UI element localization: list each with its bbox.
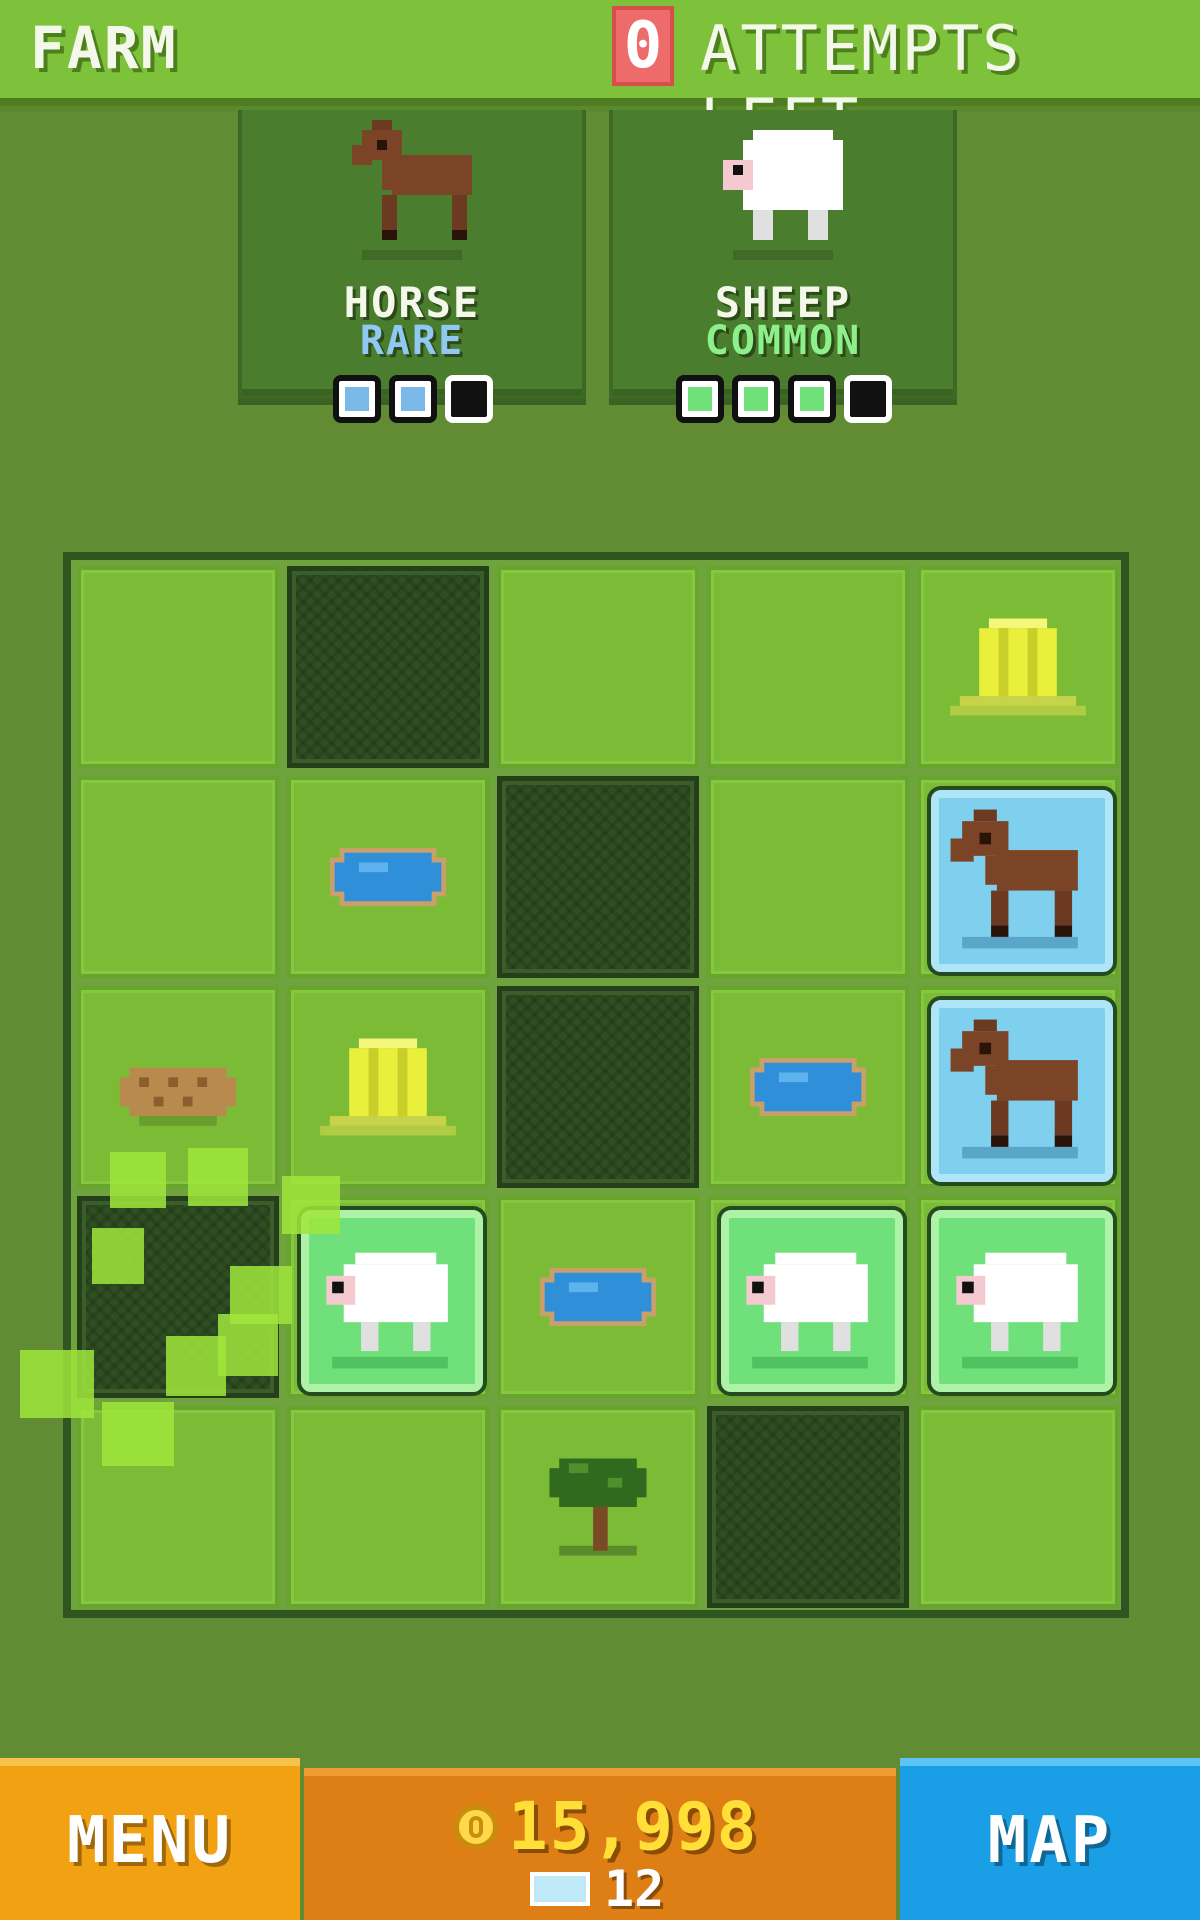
grass-cell[interactable] bbox=[77, 566, 279, 768]
hay-bale-icon bbox=[320, 1038, 456, 1136]
animal-tile-frame bbox=[931, 1000, 1113, 1182]
sheep-icon bbox=[326, 1252, 448, 1369]
progress-box-empty bbox=[445, 375, 493, 423]
pond-icon bbox=[539, 1267, 657, 1327]
horse-icon bbox=[950, 809, 1078, 949]
coins-row: 15,998 bbox=[454, 1788, 758, 1865]
progress-box-filled bbox=[389, 375, 437, 423]
sheep-progress bbox=[676, 375, 892, 423]
top-bar: FARM 0 ATTEMPTS LEFT bbox=[0, 0, 1200, 158]
progress-box-filled bbox=[788, 375, 836, 423]
horse-icon bbox=[352, 120, 472, 260]
sheep-tile[interactable] bbox=[917, 1196, 1119, 1398]
coin-icon bbox=[454, 1804, 498, 1849]
grass-cell[interactable] bbox=[497, 566, 699, 768]
map-button[interactable]: MAP bbox=[900, 1758, 1200, 1920]
dark-cell[interactable] bbox=[287, 566, 489, 768]
horse-tile[interactable] bbox=[917, 986, 1119, 1188]
sheep-icon bbox=[746, 1252, 868, 1369]
dark-cell[interactable] bbox=[497, 776, 699, 978]
gems-row: 12 bbox=[530, 1860, 664, 1918]
grass-cell[interactable] bbox=[707, 566, 909, 768]
hay-bale-icon bbox=[950, 618, 1086, 716]
sparkle-effect bbox=[166, 1336, 226, 1396]
animal-tile-frame bbox=[721, 1210, 903, 1392]
menu-button[interactable]: MENU bbox=[0, 1758, 300, 1920]
currency-panel: 15,998 12 bbox=[304, 1768, 896, 1920]
grass-cell[interactable] bbox=[77, 776, 279, 978]
grass-cell[interactable] bbox=[497, 1406, 699, 1608]
attempts-count-badge: 0 bbox=[612, 6, 674, 86]
menu-button-label: MENU bbox=[66, 1804, 234, 1878]
sparkle-effect bbox=[218, 1314, 278, 1376]
sparkle-effect bbox=[110, 1152, 166, 1208]
gem-icon bbox=[530, 1872, 590, 1906]
progress-box-empty bbox=[844, 375, 892, 423]
grass-cell[interactable] bbox=[287, 986, 489, 1188]
horse-tile[interactable] bbox=[917, 776, 1119, 978]
grass-cell[interactable] bbox=[287, 1406, 489, 1608]
goal-card-horse: HORSE RARE bbox=[238, 110, 586, 399]
progress-box-filled bbox=[676, 375, 724, 423]
grass-cell[interactable] bbox=[917, 566, 1119, 768]
gems-value: 12 bbox=[604, 1860, 665, 1918]
animal-tile-frame bbox=[301, 1210, 483, 1392]
sparkle-effect bbox=[188, 1148, 248, 1206]
level-title: FARM bbox=[30, 14, 178, 82]
goal-rarity-label: RARE bbox=[359, 318, 465, 364]
grass-cell[interactable] bbox=[287, 776, 489, 978]
progress-box-filled bbox=[732, 375, 780, 423]
sheep-icon bbox=[956, 1252, 1078, 1369]
sparkle-effect bbox=[20, 1350, 94, 1418]
dark-cell[interactable] bbox=[707, 1406, 909, 1608]
tree-icon bbox=[549, 1458, 647, 1556]
grass-cell[interactable] bbox=[707, 986, 909, 1188]
goal-card-sheep: SHEEP COMMON bbox=[609, 110, 957, 399]
goal-rarity-label: COMMON bbox=[704, 318, 862, 364]
grass-cell[interactable] bbox=[707, 776, 909, 978]
grass-cell[interactable] bbox=[917, 1406, 1119, 1608]
grass-cell[interactable] bbox=[497, 1196, 699, 1398]
sheep-tile[interactable] bbox=[707, 1196, 909, 1398]
map-button-label: MAP bbox=[987, 1804, 1113, 1878]
coins-value: 15,998 bbox=[508, 1788, 759, 1865]
sparkle-effect bbox=[282, 1176, 340, 1234]
sparkle-effect bbox=[92, 1228, 144, 1284]
game-board bbox=[63, 552, 1129, 1618]
pond-icon bbox=[749, 1057, 867, 1117]
horse-progress bbox=[333, 375, 493, 423]
horse-icon bbox=[950, 1019, 1078, 1159]
dark-cell[interactable] bbox=[497, 986, 699, 1188]
sheep-icon bbox=[723, 130, 843, 260]
progress-box-filled bbox=[333, 375, 381, 423]
bottom-bar: MENU 15,998 12 MAP bbox=[0, 1758, 1200, 1920]
grass-cell[interactable] bbox=[77, 986, 279, 1188]
sparkle-effect bbox=[102, 1402, 174, 1466]
animal-tile-frame bbox=[931, 790, 1113, 972]
animal-tile-frame bbox=[931, 1210, 1113, 1392]
pond-icon bbox=[329, 847, 447, 907]
